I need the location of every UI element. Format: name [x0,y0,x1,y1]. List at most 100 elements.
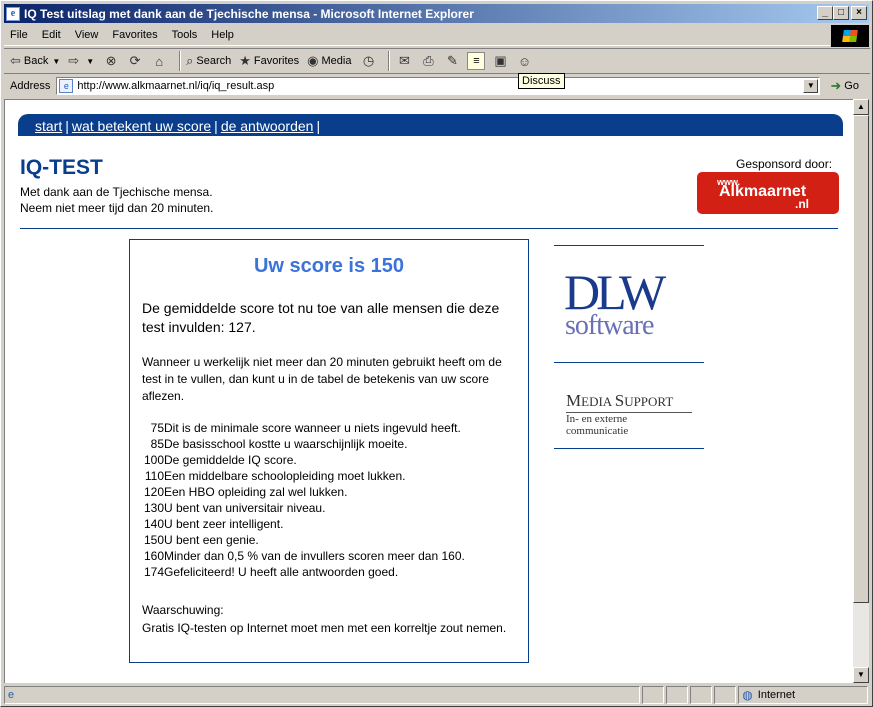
discuss-icon[interactable]: ≡ [467,52,486,70]
discuss-tooltip: Discuss [518,73,565,89]
nav-separator: | [316,118,321,134]
zone-pane: ◍ Internet [738,686,868,704]
score-table-row: 150 U bent een genie. [142,532,522,548]
scroll-up-icon[interactable]: ▲ [853,99,869,115]
nav-meaning-link[interactable]: wat betekent uw score [72,118,211,134]
toolbar-separator [179,51,182,71]
menu-file[interactable]: File [10,29,28,41]
score-description: Gefeliciteerd! U heeft alle antwoorden g… [164,565,399,579]
go-label: Go [844,80,859,92]
globe-icon: ◍ [742,688,753,702]
media-support-subtitle: In- en externe communicatie [566,412,692,437]
score-description: U bent zeer intelligent. [164,517,284,531]
mail-icon[interactable]: ✉ [395,52,413,70]
score-value: 110 [144,469,164,483]
forward-button[interactable]: ⇨ ▼ [68,50,94,72]
menu-edit[interactable]: Edit [42,29,61,41]
menu-favorites[interactable]: Favorites [112,29,157,41]
print-icon[interactable]: ⎙ [419,52,437,70]
go-button[interactable]: ➜ Go [830,78,859,94]
menu-help[interactable]: Help [211,29,234,41]
menu-view[interactable]: View [75,29,99,41]
research-icon[interactable]: ▣ [491,52,509,70]
status-pane [642,686,665,704]
sponsor-name: Alkmaarnet [719,183,807,200]
chevron-down-icon[interactable]: ▼ [52,57,60,66]
dlw-software-logo[interactable]: DLW software [564,267,699,343]
media-button[interactable]: ◉ Media [307,50,351,72]
nav-separator: | [214,118,218,134]
score-value: 150 [143,533,164,547]
intro-line-2: Neem niet meer tijd dan 20 minuten. [20,201,214,215]
chevron-down-icon[interactable]: ▼ [86,57,94,66]
scroll-thumb[interactable] [853,115,869,603]
stop-icon[interactable]: ⊗ [102,52,120,70]
edit-icon[interactable]: ✎ [443,52,461,70]
go-arrow-icon: ➜ [830,78,842,93]
ms-letters: EDIA [581,394,615,409]
vertical-scrollbar[interactable]: ▲ ▼ [853,99,869,683]
history-icon[interactable]: ◷ [359,52,377,70]
menu-tools[interactable]: Tools [172,29,198,41]
chevron-down-icon[interactable]: ▼ [803,79,819,93]
toolbar-separator [388,51,391,71]
sponsor-tld: .nl [795,197,809,211]
forward-arrow-icon: ⇨ [68,53,80,68]
nav-separator: | [65,118,69,134]
search-label: Search [196,55,232,67]
home-icon[interactable]: ⌂ [150,52,168,70]
score-table-row: 110 Een middelbare schoolopleiding moet l… [142,468,522,484]
back-button[interactable]: ⇦ Back ▼ [10,50,60,72]
page-viewport: start | wat betekent uw score | de antwo… [4,99,853,683]
minimize-button[interactable]: _ [817,6,833,20]
score-value: 120 [143,485,164,499]
score-description: Een middelbare schoolopleiding moet lukk… [164,469,406,483]
site-nav: start | wat betekent uw score | de antwo… [18,114,843,136]
maximize-button[interactable]: □ [833,6,849,20]
refresh-icon[interactable]: ⟳ [126,52,144,70]
media-icon: ◉ [307,53,319,68]
media-support-logo[interactable]: MEDIA SUPPORT In- en externe communicati… [566,391,696,437]
score-description: Dit is de minimale score wanneer u niets… [164,421,461,435]
nav-start-link[interactable]: start [35,118,62,134]
score-description: De gemiddelde IQ score. [164,453,297,467]
sidebar-divider [554,245,704,246]
address-input[interactable]: e http://www.alkmaarnet.nl/iq/iq_result.… [56,77,821,95]
score-value: 174 [143,565,164,579]
sidebar-divider [554,362,704,363]
address-label: Address [10,80,51,92]
favorites-button[interactable]: ★ Favorites [239,50,299,72]
status-pane [690,686,713,704]
search-button[interactable]: ⌕ Search [186,50,231,72]
status-bar: e ◍ Internet [4,685,870,705]
score-table-row: 174 Gefeliciteerd! U heeft alle antwoorde… [142,564,522,580]
address-url: http://www.alkmaarnet.nl/iq/iq_result.as… [77,80,275,92]
ie-icon: e [6,6,20,21]
warning-label: Waarschuwing: [142,603,224,617]
browser-window: e IQ Test uitslag met dank aan de Tjechi… [0,0,873,707]
ms-letter: S [614,391,625,410]
result-panel: Uw score is 150 De gemiddelde score tot … [129,239,529,663]
media-label: Media [321,55,352,67]
dlw-logo-bottom: software [565,310,654,341]
score-value: 140 [143,517,164,531]
scroll-down-icon[interactable]: ▼ [853,667,869,683]
score-table-row: 120 Een HBO opleiding zal wel lukken. [142,484,522,500]
alkmaarnet-logo[interactable]: www. Alkmaarnet .nl [697,172,839,214]
score-value: 160 [143,549,164,563]
score-value: 130 [143,501,164,515]
address-bar: Address e http://www.alkmaarnet.nl/iq/iq… [4,75,870,97]
page-icon: e [59,79,74,93]
menu-bar: File Edit View Favorites Tools Help [4,25,830,46]
score-value: 75 [150,421,164,435]
ms-letters: UPPORT [624,394,674,409]
nav-answers-link[interactable]: de antwoorden [221,118,314,134]
close-button[interactable]: × [851,6,867,20]
header-divider [20,228,838,229]
back-arrow-icon: ⇦ [10,53,21,68]
ms-letter: M [566,391,582,410]
messenger-icon[interactable]: ☺ [515,52,533,70]
toolbar: ⇦ Back ▼ ⇨ ▼ ⊗ ⟳ ⌂ ⌕ Search ★ Favorites … [4,48,870,74]
score-table: 75 Dit is de minimale score wanneer u nie… [142,420,522,580]
window-title: IQ Test uitslag met dank aan de Tjechisc… [24,6,474,21]
